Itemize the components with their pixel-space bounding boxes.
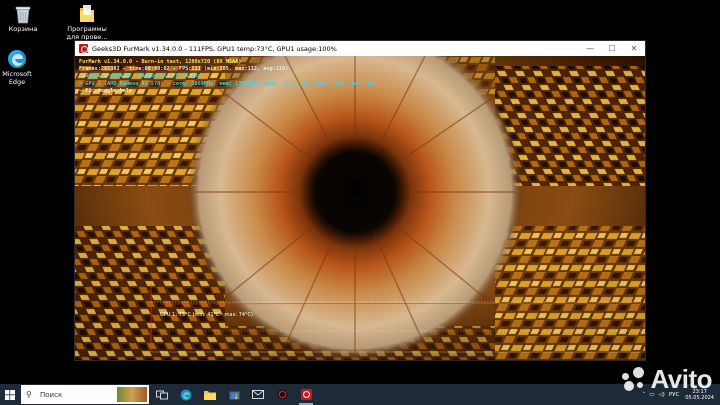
- edge-icon: [8, 50, 26, 68]
- recycle-bin-icon: [15, 6, 31, 24]
- window-titlebar[interactable]: Geeks3D FurMark v1.34.0.0 - 111FPS, GPU1…: [75, 41, 645, 56]
- taskbar: ⚲ Поиск ˄ ▭ ◁) РУС 23:17 05.05.2024: [0, 384, 720, 405]
- taskbar-edge[interactable]: [175, 384, 197, 405]
- avito-watermark: Avito: [621, 364, 712, 395]
- window-controls: — ☐ ✕: [579, 41, 645, 56]
- taskbar-store[interactable]: [223, 384, 245, 405]
- furmark-stats-overlay: FurMark v1.34.0.0 - Burn-in test, 1280x7…: [79, 59, 376, 95]
- folder-icon: [80, 5, 94, 22]
- clock-date: 05.05.2024: [685, 394, 714, 401]
- maximize-button[interactable]: ☐: [601, 41, 623, 56]
- taskbar-file-explorer[interactable]: [199, 384, 221, 405]
- gpu-temperature-label: GPU 1: 73°C (min: 41°C - max: 74°C): [160, 312, 253, 318]
- desktop: Корзина Программы для прове... Microsoft…: [0, 0, 720, 384]
- overlay-line: - F1: toggle help: [79, 87, 133, 94]
- task-view-icon: [156, 390, 168, 399]
- avito-watermark-text: Avito: [650, 364, 712, 394]
- desktop-icon-programs-folder[interactable]: Программы для прове...: [63, 4, 111, 41]
- avito-logo-icon: [621, 366, 647, 393]
- render-viewport: FurMark v1.34.0.0 - Burn-in test, 1280x7…: [75, 56, 645, 360]
- overlay-line: Frames:265382 - time:00:40:02 - FPS:111 …: [79, 66, 289, 73]
- desktop-icon-edge[interactable]: Microsoft Edge: [0, 49, 36, 86]
- window-title: Geeks3D FurMark v1.34.0.0 - 111FPS, GPU1…: [92, 44, 337, 53]
- overlay-line: > OpenGL renderer: Radeon RX 570 Series: [79, 73, 201, 80]
- furmark-window-icon: [300, 389, 312, 400]
- overlay-line: > GPU 1 (AMD Radeon RX 570) - core: 1069…: [79, 80, 376, 87]
- taskbar-search[interactable]: ⚲ Поиск: [21, 385, 149, 404]
- mail-icon: [252, 390, 264, 399]
- furmark-window[interactable]: Geeks3D FurMark v1.34.0.0 - 111FPS, GPU1…: [74, 40, 646, 361]
- search-icon: ⚲: [26, 390, 32, 399]
- desktop-icon-recycle-bin[interactable]: Корзина: [2, 4, 44, 34]
- task-view-button[interactable]: [151, 384, 173, 405]
- start-button[interactable]: [0, 384, 20, 405]
- overlay-line: FurMark v1.34.0.0 - Burn-in test, 1280x7…: [79, 59, 242, 65]
- windows-logo-icon: [5, 389, 15, 400]
- store-icon: [229, 391, 239, 400]
- furmark-app-icon: [79, 44, 88, 53]
- furmark-icon: [277, 389, 287, 400]
- search-placeholder: Поиск: [40, 390, 63, 399]
- taskbar-furmark[interactable]: [271, 384, 293, 405]
- taskbar-mail[interactable]: [247, 384, 269, 405]
- desktop-icon-label: Программы для прове...: [66, 25, 108, 41]
- minimize-button[interactable]: —: [579, 41, 601, 56]
- search-highlight-image: [117, 387, 147, 402]
- edge-icon: [180, 389, 192, 400]
- desktop-icon-label: Microsoft Edge: [2, 70, 32, 86]
- desktop-icon-label: Корзина: [8, 25, 38, 33]
- file-explorer-icon: [204, 390, 216, 400]
- close-button[interactable]: ✕: [623, 41, 645, 56]
- taskbar-furmark-window[interactable]: [295, 384, 317, 405]
